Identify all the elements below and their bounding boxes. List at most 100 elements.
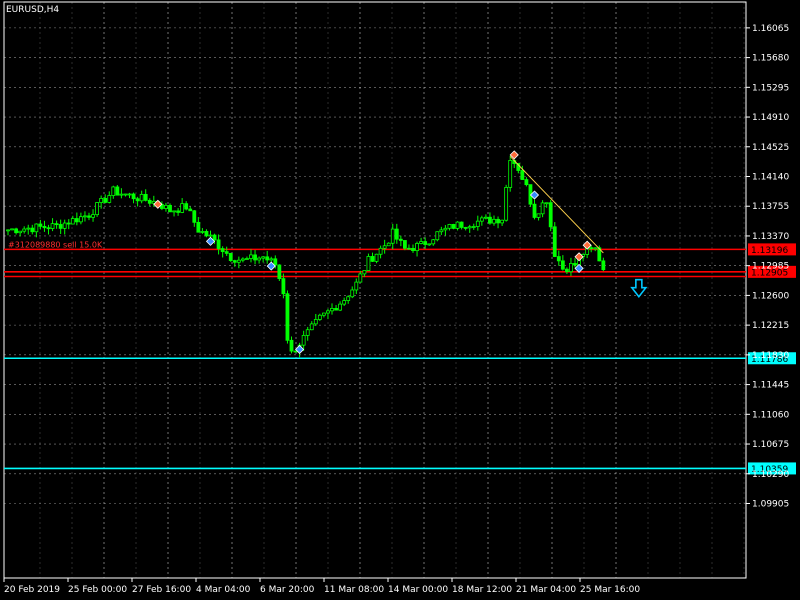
candle-body-bull xyxy=(164,204,168,209)
candle-body-bear xyxy=(135,198,140,202)
candle-body-bull xyxy=(467,226,472,229)
candle-body-bear xyxy=(573,263,577,266)
candle-body-bear xyxy=(370,256,375,262)
price-tick-label: 1.14140 xyxy=(752,172,789,182)
candle-body-bull xyxy=(508,160,513,188)
candle-body-bull xyxy=(326,310,330,314)
candle-body-bear xyxy=(46,227,51,230)
chart-symbol-title: EURUSD,H4 xyxy=(6,5,59,15)
candle-body-bull xyxy=(309,323,314,331)
candle-body-bull xyxy=(91,214,95,218)
candle-body-bear xyxy=(281,278,286,295)
candle-body-bull xyxy=(447,224,452,229)
candle-body-bear xyxy=(459,221,464,228)
candle-body-bull xyxy=(593,247,598,250)
candle-body-bull xyxy=(62,222,67,229)
candle-body-bear xyxy=(87,215,91,218)
chart-background xyxy=(0,0,800,600)
candle-body-bear xyxy=(196,221,201,233)
candle-body-bear xyxy=(601,260,606,271)
candle-body-bull xyxy=(172,210,176,213)
candle-body-bear xyxy=(589,247,594,250)
time-tick-label: 20 Feb 2019 xyxy=(4,585,60,595)
time-tick-label: 27 Feb 16:00 xyxy=(132,585,191,595)
candle-body-bull xyxy=(245,258,249,260)
time-tick-label: 21 Mar 04:00 xyxy=(516,585,576,595)
candle-body-bull xyxy=(479,217,484,222)
candle-body-bull xyxy=(374,253,379,262)
candle-body-bull xyxy=(22,228,27,232)
candle-body-bull xyxy=(95,202,99,216)
candle-body-bear xyxy=(407,247,411,250)
candle-body-bull xyxy=(358,273,363,283)
candle-body-bear xyxy=(463,227,468,229)
candle-body-bull xyxy=(540,202,545,215)
time-tick-label: 18 Mar 12:00 xyxy=(452,585,512,595)
candle-body-bull xyxy=(483,216,488,219)
price-tick-label: 1.11830 xyxy=(752,351,789,361)
candle-body-bear xyxy=(103,197,108,203)
candle-body-bull xyxy=(382,245,387,249)
time-tick-label: 4 Mar 04:00 xyxy=(196,585,251,595)
candle-body-bull xyxy=(346,296,351,301)
candle-body-bull xyxy=(111,186,116,196)
candle-body-bull xyxy=(569,263,573,273)
candle-body-bear xyxy=(168,204,172,213)
candle-body-bull xyxy=(249,254,253,259)
candle-body-bull xyxy=(236,259,241,263)
candle-body-bear xyxy=(552,226,557,257)
candle-body-bear xyxy=(212,234,217,241)
candle-body-bear xyxy=(334,308,338,311)
candle-body-bull xyxy=(200,230,205,233)
candle-body-bear xyxy=(411,247,415,252)
price-tick-label: 1.14525 xyxy=(752,143,789,153)
candle-body-bear xyxy=(14,228,19,234)
candle-body-bull xyxy=(366,256,371,271)
price-tick-label: 1.10675 xyxy=(752,440,789,450)
candle-body-bull xyxy=(475,220,480,227)
price-tick-label: 1.13370 xyxy=(752,232,789,242)
candle-body-bull xyxy=(390,228,395,244)
candle-body-bear xyxy=(394,228,399,240)
candle-body-bear xyxy=(66,222,71,225)
candle-body-bull xyxy=(504,187,509,221)
time-tick-label: 25 Mar 16:00 xyxy=(580,585,640,595)
candle-body-bull xyxy=(435,231,440,241)
candle-body-bear xyxy=(277,264,282,279)
candle-body-bull xyxy=(350,289,355,298)
candle-body-bear xyxy=(131,193,136,200)
price-tick-label: 1.09905 xyxy=(752,499,789,509)
candle-body-bear xyxy=(228,252,233,261)
price-tick-label: 1.12985 xyxy=(752,262,789,272)
candle-body-bull xyxy=(378,247,383,255)
candle-body-bull xyxy=(362,270,367,275)
candle-body-bull xyxy=(439,229,444,233)
candle-body-bull xyxy=(26,227,31,230)
candle-body-bear xyxy=(289,339,294,352)
candle-body-bear xyxy=(232,260,237,263)
candle-body-bear xyxy=(38,223,43,227)
candle-body-bear xyxy=(265,256,270,261)
candle-body-bull xyxy=(342,300,347,305)
candle-body-bear xyxy=(285,293,290,341)
candle-body-bull xyxy=(99,197,104,203)
candle-body-bear xyxy=(216,239,221,249)
candle-body-bear xyxy=(560,260,565,270)
candle-body-bull xyxy=(180,203,185,213)
order-label: #312089880 sell 15.0K xyxy=(8,240,103,249)
candle-body-bull xyxy=(500,219,505,224)
candle-body-bull xyxy=(321,312,326,316)
candle-body-bull xyxy=(139,193,144,202)
candle-body-bull xyxy=(6,229,10,232)
candle-body-bull xyxy=(240,258,245,261)
candle-body-bear xyxy=(532,203,537,218)
candle-body-bear xyxy=(524,179,529,186)
time-tick-label: 14 Mar 00:00 xyxy=(388,585,448,595)
candle-body-bull xyxy=(127,193,132,196)
time-tick-label: 6 Mar 20:00 xyxy=(260,585,315,595)
candle-body-bull xyxy=(492,218,496,224)
candle-body-bear xyxy=(184,203,189,210)
price-tick-label: 1.14910 xyxy=(752,113,789,123)
candle-body-bear xyxy=(115,186,120,196)
price-chart[interactable]: 1.131961.129051.117861.10359#312089880 s… xyxy=(0,0,800,600)
